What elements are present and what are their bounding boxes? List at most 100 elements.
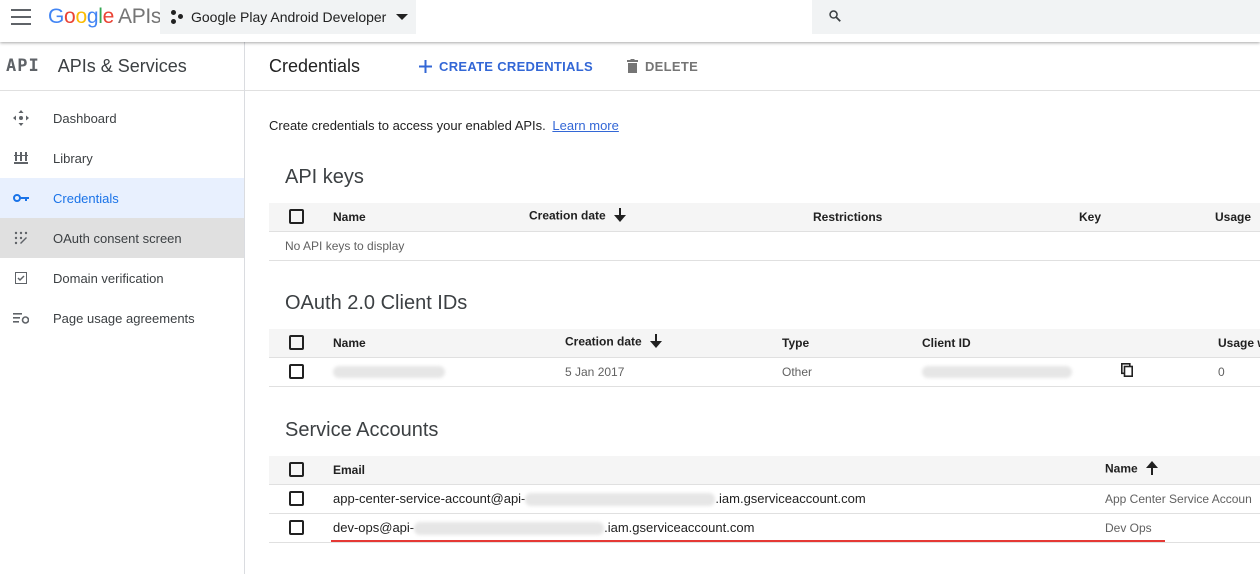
delete-label: DELETE — [644, 58, 699, 74]
create-credentials-button[interactable]: CREATE CREDENTIALS — [419, 59, 593, 74]
sidebar-header: API APIs & Services — [0, 42, 244, 91]
learn-more-link[interactable]: Learn more — [552, 118, 618, 133]
sidebar-item-dashboard[interactable]: Dashboard — [0, 98, 244, 138]
service-account-email-cell[interactable]: dev-ops@api- .iam.gserviceaccount.com — [333, 513, 1105, 543]
select-all-checkbox[interactable] — [289, 462, 304, 478]
client-usage-cell: 0 — [1218, 357, 1260, 387]
oauth-table: Name Creation date Type Client ID Usage … — [269, 329, 1260, 387]
logo-apis-text: APIs — [117, 5, 162, 28]
plus-icon — [419, 59, 432, 73]
column-header-creation-date[interactable]: Creation date — [529, 203, 813, 232]
sidebar: API APIs & Services Dashboard Library Cr… — [0, 42, 245, 574]
trash-icon — [626, 59, 638, 73]
project-name: Google Play Android Developer — [191, 9, 387, 25]
row-select-cell — [269, 357, 333, 387]
sidebar-item-credentials[interactable]: Credentials — [0, 178, 244, 218]
select-all-cell — [269, 456, 333, 485]
sidebar-item-label: Domain verification — [53, 270, 164, 286]
sidebar-item-label: Credentials — [53, 190, 119, 206]
client-date-cell: 5 Jan 2017 — [565, 357, 782, 387]
sidebar-nav: Dashboard Library Credentials OAuth cons… — [0, 91, 244, 338]
row-select-cell — [269, 484, 333, 514]
service-account-email-cell[interactable]: app-center-service-account@api- .iam.gser… — [333, 484, 1105, 514]
logo-letter: o — [75, 5, 87, 28]
menu-icon[interactable] — [11, 9, 31, 25]
table-header-row: Email Name — [269, 456, 1260, 485]
sidebar-title[interactable]: APIs & Services — [58, 56, 187, 77]
select-all-cell — [269, 329, 333, 358]
client-type-cell: Other — [782, 357, 922, 387]
sidebar-item-oauth-consent[interactable]: OAuth consent screen — [0, 218, 244, 258]
sidebar-item-label: Library — [53, 150, 93, 166]
sidebar-item-label: Page usage agreements — [53, 310, 195, 326]
column-header-usage[interactable]: Usage — [1215, 203, 1260, 232]
search-icon[interactable] — [828, 9, 842, 23]
column-header-email[interactable]: Email — [333, 456, 1105, 485]
table-row: dev-ops@api- .iam.gserviceaccount.com Dev… — [269, 513, 1260, 543]
select-all-checkbox[interactable] — [289, 335, 304, 351]
select-all-cell — [269, 203, 333, 232]
column-header-key[interactable]: Key — [1079, 203, 1215, 232]
table-header-row: Name Creation date Restrictions Key Usag… — [269, 203, 1260, 232]
dropdown-caret-icon — [396, 14, 409, 20]
table-row: 5 Jan 2017 Other 0 — [269, 357, 1260, 387]
email-suffix: .iam.gserviceaccount.com — [604, 519, 755, 535]
oauth-title: OAuth 2.0 Client IDs — [285, 292, 468, 314]
library-icon — [0, 151, 53, 165]
redacted-project-id — [414, 522, 605, 536]
email-suffix: .iam.gserviceaccount.com — [715, 490, 866, 506]
column-header-client-id[interactable]: Client ID — [922, 329, 1218, 358]
redacted-project-id — [525, 493, 716, 507]
sidebar-item-domain-verification[interactable]: Domain verification — [0, 258, 244, 298]
service-account-name-cell: App Center Service Accoun — [1105, 484, 1260, 514]
row-checkbox[interactable] — [289, 520, 304, 536]
column-header-usage[interactable]: Usage w — [1218, 329, 1260, 358]
empty-state-text: No API keys to display — [269, 231, 1260, 261]
sidebar-item-label: Dashboard — [53, 110, 117, 126]
action-bar: Credentials CREATE CREDENTIALS DELETE — [245, 42, 1260, 91]
email-prefix: dev-ops@api- — [333, 519, 415, 535]
column-header-creation-date[interactable]: Creation date — [565, 329, 782, 358]
search-input[interactable] — [852, 4, 1252, 30]
row-checkbox[interactable] — [289, 491, 304, 507]
client-name-cell[interactable] — [333, 357, 565, 387]
column-header-name[interactable]: Name — [1105, 456, 1260, 485]
sidebar-item-page-usage[interactable]: Page usage agreements — [0, 298, 244, 338]
column-header-type[interactable]: Type — [782, 329, 922, 358]
service-accounts-table: Email Name app-center-service-account@ap… — [269, 456, 1260, 543]
copy-icon[interactable] — [1121, 363, 1134, 380]
column-label: Creation date — [529, 208, 606, 223]
project-icon — [169, 9, 185, 25]
row-checkbox[interactable] — [289, 364, 304, 380]
email-prefix: app-center-service-account@api- — [333, 490, 526, 506]
intro-text: Create credentials to access your enable… — [269, 118, 546, 133]
sidebar-item-library[interactable]: Library — [0, 138, 244, 178]
arrow-down-icon — [613, 208, 626, 225]
delete-button[interactable]: DELETE — [626, 58, 699, 74]
main-content: Credentials CREATE CREDENTIALS DELETE Cr… — [245, 42, 1260, 574]
column-header-name[interactable]: Name — [333, 203, 529, 232]
project-selector[interactable]: Google Play Android Developer — [160, 0, 416, 34]
settings-list-icon — [0, 312, 53, 324]
create-credentials-label: CREATE CREDENTIALS — [439, 58, 593, 74]
logo-letter: e — [102, 5, 115, 28]
column-header-name[interactable]: Name — [333, 329, 565, 358]
client-id-cell — [922, 357, 1218, 387]
column-label: Creation date — [565, 334, 642, 349]
api-keys-title: API keys — [285, 166, 364, 188]
dashboard-icon — [0, 110, 53, 126]
logo-letter: G — [48, 5, 65, 28]
api-keys-table: Name Creation date Restrictions Key Usag… — [269, 203, 1260, 261]
column-label: Name — [1105, 461, 1138, 476]
table-header-row: Name Creation date Type Client ID Usage … — [269, 329, 1260, 358]
column-header-restrictions[interactable]: Restrictions — [813, 203, 1079, 232]
table-row: No API keys to display — [269, 231, 1260, 261]
service-account-name-cell: Dev Ops — [1105, 513, 1260, 543]
oauth-consent-icon — [0, 231, 53, 245]
arrow-up-icon — [1145, 461, 1158, 478]
google-apis-logo[interactable]: Google APIs — [48, 5, 161, 29]
select-all-checkbox[interactable] — [289, 209, 304, 225]
highlight-underline — [331, 540, 1165, 542]
search-bar[interactable] — [812, 0, 1260, 34]
sidebar-item-label: OAuth consent screen — [53, 230, 182, 246]
